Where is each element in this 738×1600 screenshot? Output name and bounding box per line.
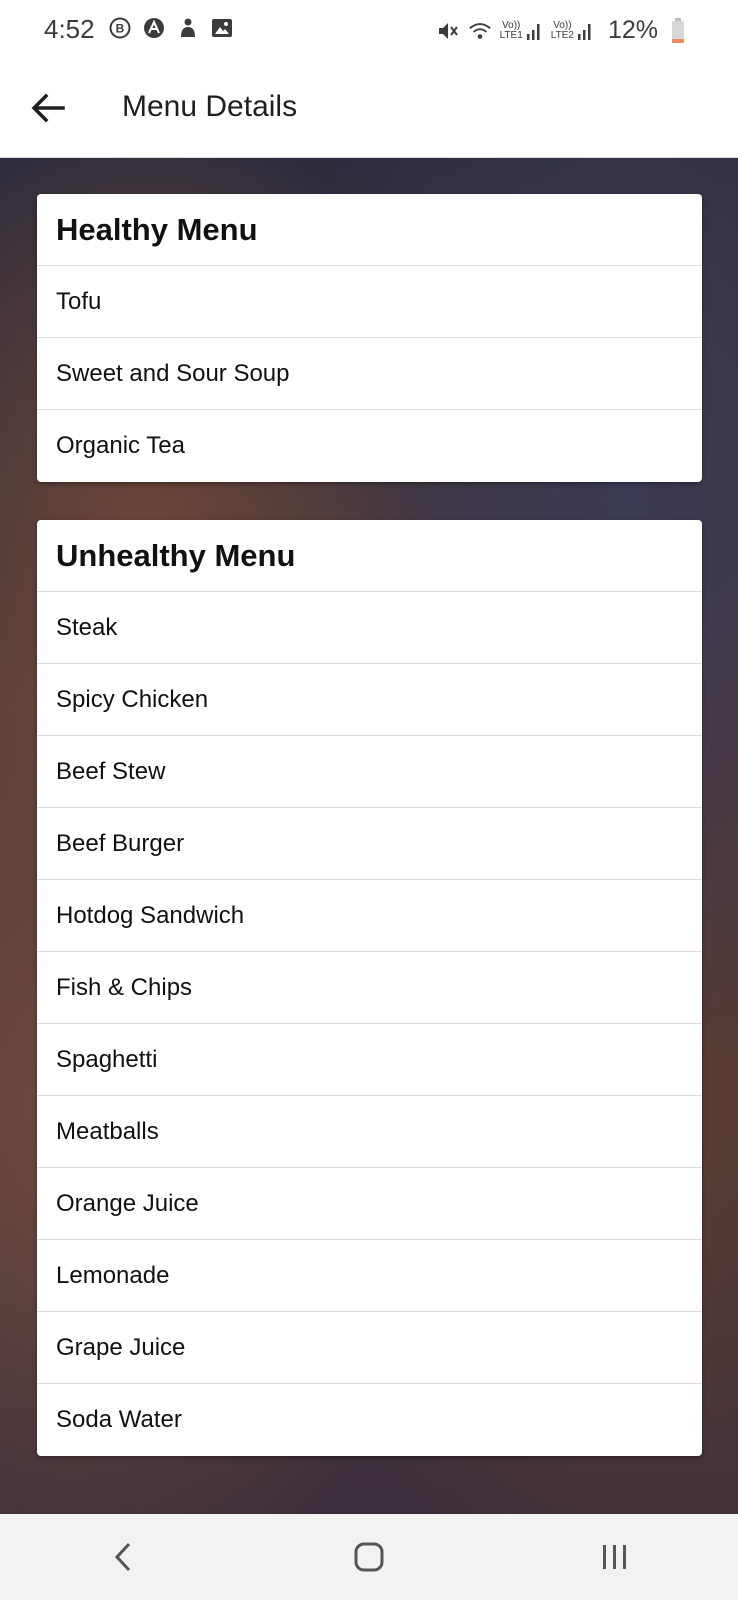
svg-text:B: B <box>116 22 125 36</box>
list-item[interactable]: Steak <box>37 592 702 664</box>
b-circle-icon: B <box>108 16 132 40</box>
person-icon <box>176 16 200 40</box>
nav-home-icon <box>354 1542 384 1572</box>
list-item[interactable]: Beef Burger <box>37 808 702 880</box>
nav-back-icon <box>114 1542 131 1572</box>
status-time: 4:52 <box>44 14 95 44</box>
lte1-label: LTE1 <box>499 29 523 41</box>
back-button[interactable] <box>26 86 70 130</box>
list-item[interactable]: Organic Tea <box>37 410 702 482</box>
list-item[interactable]: Sweet and Sour Soup <box>37 338 702 410</box>
unhealthy-menu-card: Unhealthy Menu Steak Spicy Chicken Beef … <box>37 520 702 1456</box>
system-status-icons: Vo)) LTE1 Vo)) LTE2 12% <box>436 16 690 45</box>
background-image: Healthy Menu Tofu Sweet and Sour Soup Or… <box>0 158 738 1514</box>
list-item[interactable]: Spicy Chicken <box>37 664 702 736</box>
list-item[interactable]: Tofu <box>37 266 702 338</box>
nav-recents-icon <box>603 1545 626 1569</box>
nav-home-button[interactable] <box>334 1527 404 1587</box>
list-item[interactable]: Lemonade <box>37 1240 702 1312</box>
list-item[interactable]: Spaghetti <box>37 1024 702 1096</box>
nav-back-button[interactable] <box>88 1527 158 1587</box>
list-item[interactable]: Orange Juice <box>37 1168 702 1240</box>
healthy-menu-card: Healthy Menu Tofu Sweet and Sour Soup Or… <box>37 194 702 482</box>
battery-icon <box>666 17 690 43</box>
healthy-menu-title: Healthy Menu <box>37 194 702 266</box>
lte1-indicator: Vo)) LTE1 <box>500 20 543 42</box>
volte-label-2: Vo)) <box>553 19 572 31</box>
list-item[interactable]: Meatballs <box>37 1096 702 1168</box>
volte-label-1: Vo)) <box>502 19 521 31</box>
signal-bars-1-icon <box>526 23 540 40</box>
status-bar: 4:52 B Vo)) LTE1 Vo)) LTE2 12% <box>0 0 738 60</box>
arrow-left-icon <box>31 93 65 123</box>
lte2-label: LTE2 <box>550 29 574 41</box>
image-icon <box>210 16 234 40</box>
lte2-indicator: Vo)) LTE2 <box>551 20 594 42</box>
list-item[interactable]: Soda Water <box>37 1384 702 1456</box>
list-item[interactable]: Fish & Chips <box>37 952 702 1024</box>
wifi-icon <box>468 19 492 43</box>
page-title: Menu Details <box>122 90 298 123</box>
signal-bars-2-icon <box>577 23 591 40</box>
list-item[interactable]: Hotdog Sandwich <box>37 880 702 952</box>
app-bar: Menu Details <box>0 60 738 158</box>
mute-icon <box>436 19 460 43</box>
unhealthy-menu-title: Unhealthy Menu <box>37 520 702 592</box>
a-circle-icon <box>142 16 166 40</box>
notification-icons: B <box>108 16 234 40</box>
battery-percent: 12% <box>607 16 658 44</box>
list-item[interactable]: Grape Juice <box>37 1312 702 1384</box>
nav-recents-button[interactable] <box>580 1527 650 1587</box>
system-nav-bar <box>0 1514 738 1600</box>
list-item[interactable]: Beef Stew <box>37 736 702 808</box>
